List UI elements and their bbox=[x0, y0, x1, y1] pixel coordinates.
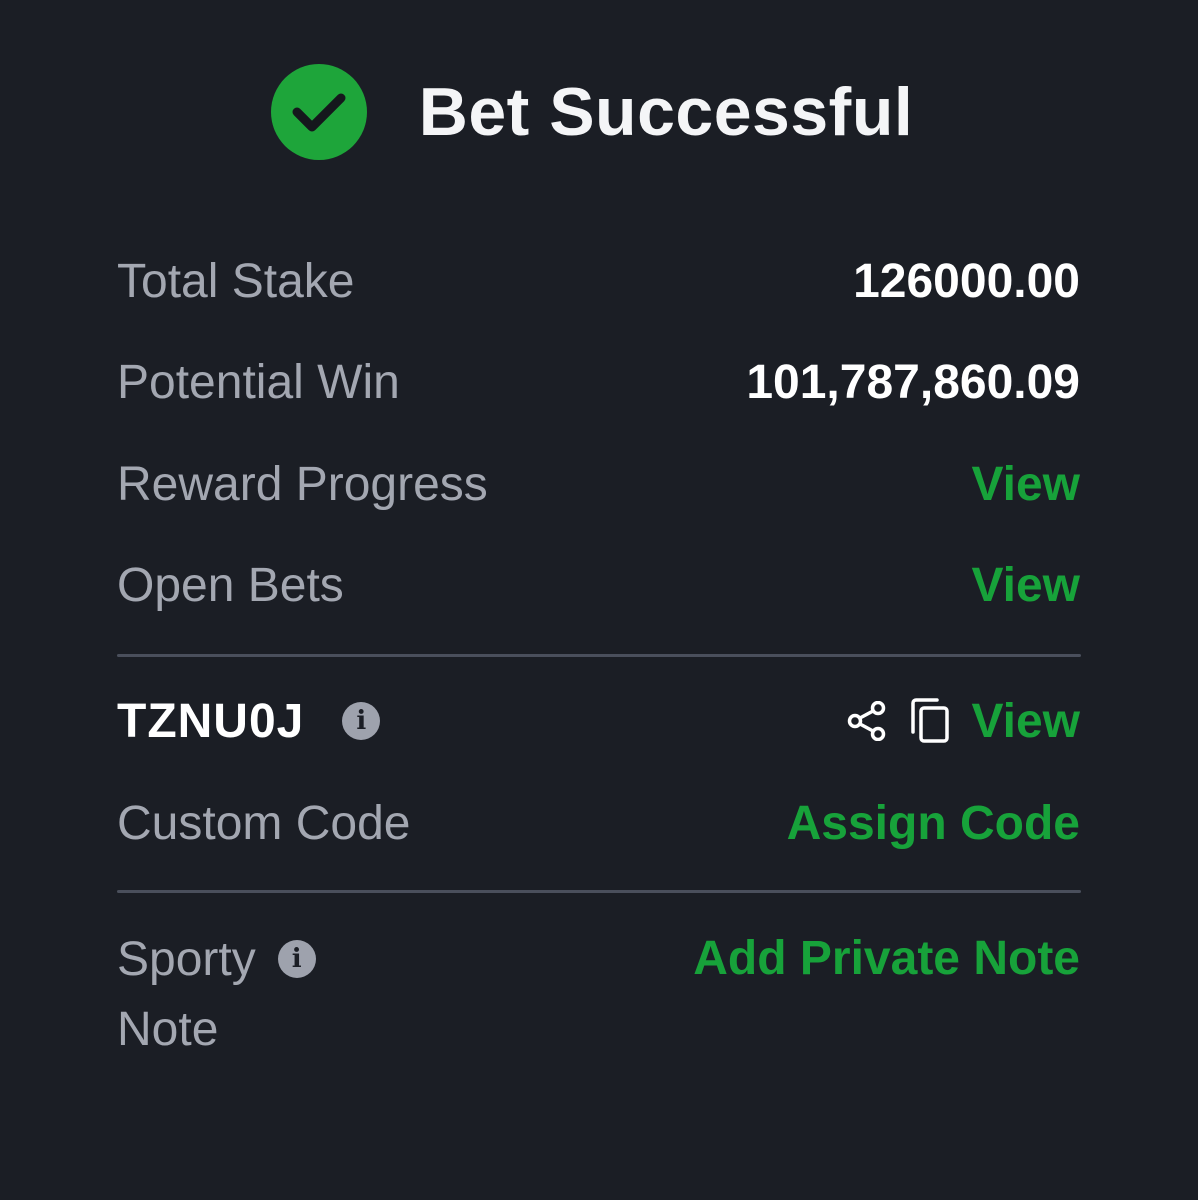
booking-code-group: TZNU0J i bbox=[117, 694, 381, 749]
total-stake-value: 126000.00 bbox=[853, 254, 1080, 308]
add-private-note-link[interactable]: Add Private Note bbox=[693, 930, 1080, 988]
open-bets-label: Open Bets bbox=[117, 558, 344, 612]
divider bbox=[117, 890, 1081, 893]
copy-icon[interactable] bbox=[909, 698, 951, 744]
reward-progress-label: Reward Progress bbox=[117, 457, 488, 511]
share-icon[interactable] bbox=[847, 701, 887, 741]
open-bets-row: Open Bets View bbox=[117, 556, 1080, 614]
info-icon[interactable]: i bbox=[342, 702, 381, 740]
sporty-note-row: Sporty i Note Add Private Note bbox=[117, 930, 1080, 1058]
total-stake-label: Total Stake bbox=[117, 254, 355, 308]
page-title: Bet Successful bbox=[418, 74, 914, 150]
success-header: Bet Successful bbox=[0, 62, 1198, 162]
bet-success-panel: Bet Successful Total Stake 126000.00 Pot… bbox=[0, 0, 1198, 1200]
total-stake-row: Total Stake 126000.00 bbox=[117, 252, 1080, 310]
potential-win-value: 101,787,860.09 bbox=[746, 355, 1080, 409]
reward-progress-view-link[interactable]: View bbox=[971, 457, 1080, 512]
sporty-note-label-group: Sporty i Note bbox=[117, 930, 316, 1058]
potential-win-row: Potential Win 101,787,860.09 bbox=[117, 353, 1080, 411]
booking-code: TZNU0J bbox=[117, 694, 305, 748]
assign-code-link[interactable]: Assign Code bbox=[787, 796, 1080, 851]
check-circle-icon bbox=[270, 64, 367, 160]
booking-code-row: TZNU0J i View bbox=[117, 692, 1080, 750]
open-bets-view-link[interactable]: View bbox=[971, 558, 1080, 613]
reward-progress-row: Reward Progress View bbox=[117, 455, 1080, 513]
potential-win-label: Potential Win bbox=[117, 355, 400, 409]
custom-code-row: Custom Code Assign Code bbox=[117, 794, 1080, 852]
sporty-note-label-line1: Sporty bbox=[117, 932, 256, 986]
divider bbox=[117, 654, 1081, 657]
sporty-note-label-line2: Note bbox=[117, 1002, 219, 1056]
booking-code-actions: View bbox=[847, 694, 1080, 749]
custom-code-label: Custom Code bbox=[117, 796, 411, 850]
booking-code-view-link[interactable]: View bbox=[971, 694, 1080, 749]
info-icon[interactable]: i bbox=[277, 940, 316, 978]
